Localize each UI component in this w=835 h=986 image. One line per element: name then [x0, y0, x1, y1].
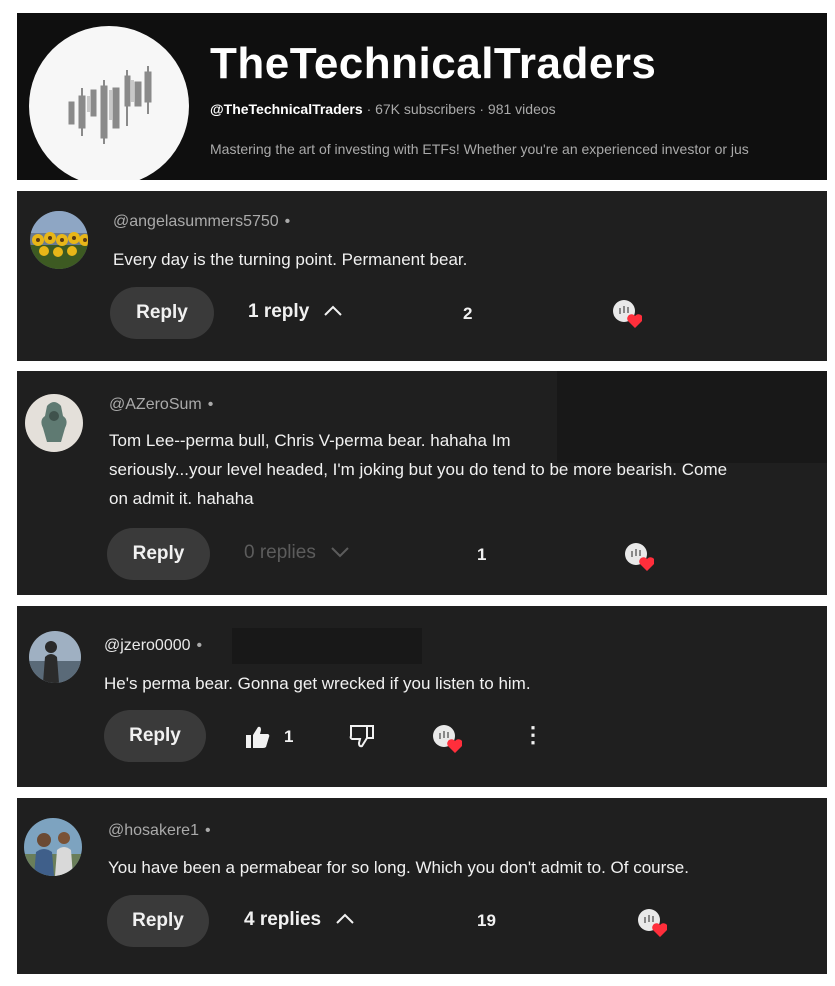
separator-dot: •: [284, 213, 291, 230]
replies-toggle[interactable]: 1 reply: [248, 301, 343, 323]
count-label: 1: [477, 545, 487, 564]
comment-card: @hosakere1 • You have been a permabear fo…: [17, 798, 827, 974]
comment-text: Tom Lee--perma bull, Chris V-perma bear.…: [109, 426, 819, 513]
creator-heart-icon[interactable]: [612, 299, 643, 329]
creator-heart-icon[interactable]: [432, 724, 463, 754]
thumbs-down-icon[interactable]: [349, 724, 375, 753]
separator-dot: •: [196, 637, 203, 654]
redacted-region: [232, 628, 422, 664]
thumbs-up-icon[interactable]: [245, 725, 271, 754]
chevron-up-icon: [323, 301, 343, 323]
comment-author[interactable]: @jzero0000 •: [104, 637, 202, 655]
reply-button[interactable]: Reply: [107, 528, 210, 580]
channel-meta: @TheTechnicalTraders · 67K subscribers ·…: [210, 101, 556, 117]
comment-card: @AZeroSum • Tom Lee--perma bull, Chris V-…: [17, 371, 827, 595]
comment-text: Every day is the turning point. Permanen…: [113, 250, 468, 269]
comment-text: He's perma bear. Gonna get wrecked if yo…: [104, 674, 531, 693]
author-handle: @angelasummers5750: [113, 213, 279, 230]
channel-avatar[interactable]: [29, 26, 189, 180]
channel-description[interactable]: Mastering the art of investing with ETFs…: [210, 141, 827, 157]
reply-button[interactable]: Reply: [104, 710, 206, 762]
comment-card: @angelasummers5750 • Every day is the tur…: [17, 191, 827, 361]
creator-heart-icon[interactable]: [637, 908, 668, 938]
comment-line: seriously...your level headed, I'm jokin…: [109, 460, 728, 479]
more-actions-icon[interactable]: ⋮: [522, 722, 544, 748]
replies-label: 4 replies: [244, 909, 322, 930]
comment-card: @jzero0000 • He's perma bear. Gonna get w…: [17, 606, 827, 787]
channel-header: TheTechnicalTraders @TheTechnicalTraders…: [17, 13, 827, 180]
channel-stats: · 67K subscribers · 981 videos: [366, 101, 556, 117]
author-handle: @jzero0000: [104, 637, 191, 654]
chevron-up-icon: [335, 909, 355, 931]
channel-name[interactable]: TheTechnicalTraders: [210, 39, 656, 89]
author-handle: @AZeroSum: [109, 396, 202, 413]
comment-line: on admit it. hahaha: [109, 489, 254, 508]
comment-line: Tom Lee--perma bull, Chris V-perma bear.…: [109, 431, 511, 450]
count-label: 2: [463, 304, 473, 323]
comment-author[interactable]: @AZeroSum •: [109, 396, 213, 414]
chevron-down-icon: [330, 542, 350, 564]
comment-author[interactable]: @angelasummers5750 •: [113, 213, 290, 231]
avatar[interactable]: [24, 818, 82, 876]
candlestick-logo-icon: [68, 66, 152, 144]
separator-dot: •: [207, 396, 214, 413]
channel-description-text: Mastering the art of investing with ETFs…: [210, 141, 749, 157]
comment-author[interactable]: @hosakere1 •: [108, 822, 211, 840]
like-count: 1: [284, 727, 294, 746]
replies-label: 0 replies: [244, 542, 316, 563]
author-handle: @hosakere1: [108, 822, 199, 839]
comment-text: You have been a permabear for so long. W…: [108, 858, 689, 877]
avatar[interactable]: [29, 631, 81, 683]
count-label: 19: [477, 911, 496, 930]
reply-button[interactable]: Reply: [110, 287, 214, 339]
avatar[interactable]: [30, 211, 88, 269]
avatar[interactable]: [25, 394, 83, 452]
replies-toggle[interactable]: 0 replies: [244, 542, 350, 564]
reply-button[interactable]: Reply: [107, 895, 209, 947]
replies-toggle[interactable]: 4 replies: [244, 909, 355, 931]
separator-dot: •: [204, 822, 211, 839]
replies-label: 1 reply: [248, 301, 310, 322]
channel-handle[interactable]: @TheTechnicalTraders: [210, 101, 363, 117]
creator-heart-icon[interactable]: [624, 542, 655, 572]
